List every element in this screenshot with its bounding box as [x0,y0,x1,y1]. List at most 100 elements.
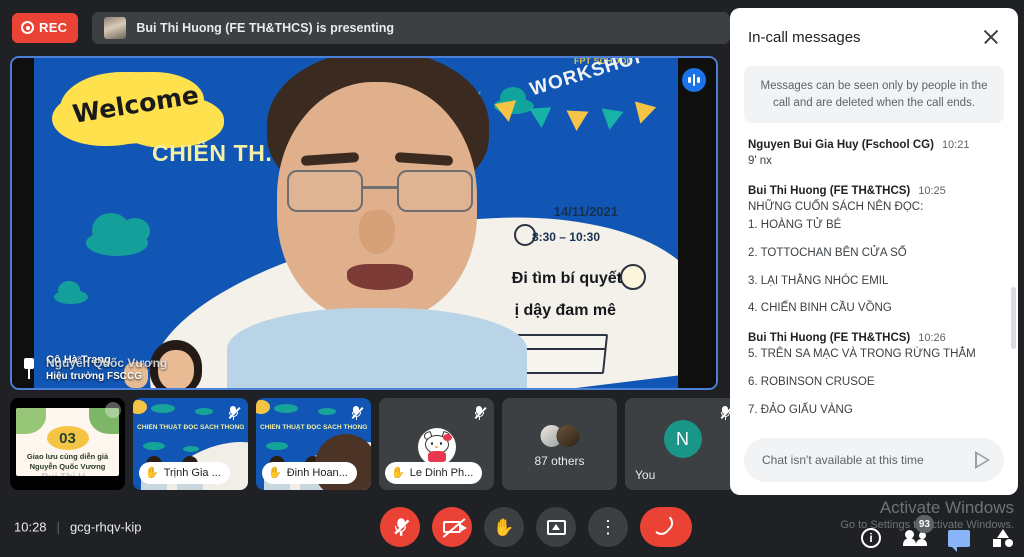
activities-button[interactable] [990,525,1016,551]
top-bar: REC Bui Thi Huong (FE TH&THCS) is presen… [0,0,730,55]
meet-window: REC Bui Thi Huong (FE TH&THCS) is presen… [0,0,1024,557]
participant-count-badge: 93 [914,515,934,533]
thumb-slide-line-1: Giao lưu cùng diễn giả [26,452,109,461]
thumb-name-label: Le Dinh Ph... [409,467,474,479]
lightbulb-icon [620,264,646,290]
chat-panel-header: In-call messages [730,8,1018,66]
presenting-banner[interactable]: Bui Thi Huong (FE TH&THCS) is presenting [92,11,730,44]
message-line: 5. TRÊN SA MẠC VÀ TRONG RỪNG THẲM [748,348,976,361]
chat-button[interactable] [946,525,972,552]
message-author: Bui Thi Huong (FE TH&THCS) [748,332,911,345]
send-icon[interactable] [975,451,990,469]
meta-divider: | [56,519,60,535]
thumbnail-presentation[interactable]: 03 Giao lưu cùng diễn giả Nguyễn Quốc Vư… [10,398,125,490]
pin-icon[interactable] [20,358,38,380]
camera-off-icon [442,518,467,538]
chat-input-field[interactable]: Chat isn't available at this time [744,438,1004,482]
mic-off-icon [470,404,488,422]
chat-scrollbar-thumb[interactable] [1011,287,1016,350]
slide-speaker-name: Nguyễn Quốc Vương [46,355,168,370]
slide-tagline-2: ị dậy đam mê [514,302,616,319]
raised-hand-icon: ✋ [391,466,405,479]
participant-strip: 03 Giao lưu cùng diễn giả Nguyễn Quốc Vư… [10,398,740,490]
message-time: 10:26 [918,332,946,345]
meeting-code-label[interactable]: gcg-rhqv-kip [70,520,142,535]
message-time: 10:21 [941,139,970,152]
cloud-decoration [86,213,150,256]
main-video-tile[interactable]: Welcome FPT SCHOOL WORKSHOP CHIẾN TH...N… [10,56,718,390]
end-call-button[interactable] [640,507,692,547]
message-line: 2. TOTTOCHAN BÊN CỬA SỔ [748,246,907,259]
thumb-name-pill: ✋ Le Dinh Ph... [385,462,483,484]
slide-time-text: 8:30 – 10:30 [531,230,600,244]
self-avatar: N [663,420,702,458]
raise-hand-button[interactable]: ✋ [484,507,524,547]
thumb-name-label: Đinh Hoan... [286,467,348,479]
info-icon: i [861,528,881,548]
close-icon[interactable] [978,24,1004,50]
mic-off-icon [716,404,734,422]
message-line: 1. HOÀNG TỬ BÉ [748,218,842,231]
thumb-slide-line-2: Nguyễn Quốc Vương [29,462,106,471]
chat-message: Bui Thi Huong (FE TH&THCS) 10:26 5. TRÊN… [748,332,1000,419]
slide-date-text: 14/11/2021 [553,204,618,219]
thumbnail-other-participants[interactable]: 87 others [502,398,617,490]
message-line: 6. ROBINSON CRUSOE [748,376,875,389]
book-icon [511,334,609,374]
camera-toggle-button[interactable] [432,507,472,547]
message-time: 10:25 [918,185,946,198]
others-count-label: 87 others [534,454,585,468]
message-line: 7. ĐẢO GIẤU VÀNG [748,403,853,416]
chat-message-list[interactable]: Nguyen Bui Gia Huy (Fschool CG) 10:21 9'… [730,139,1018,425]
thumb-slide-text: CHIẾN THUẬT ĐỌC SÁCH THÔNG TH [137,424,246,431]
chat-privacy-notice: Messages can be seen only by people in t… [744,66,1004,124]
shared-slide: Welcome FPT SCHOOL WORKSHOP CHIẾN TH...N… [34,58,678,388]
meeting-details-button[interactable]: i [858,525,884,551]
show-everyone-button[interactable]: 93 [902,515,934,551]
recording-badge[interactable]: REC [12,12,79,43]
message-line: NHỮNG CUỐN SÁCH NÊN ĐỌC: [748,201,924,214]
present-now-button[interactable] [536,507,576,547]
activities-icon [992,529,1014,547]
thumb-slide-text: CHIẾN THUẬT ĐỌC SÁCH THÔNG TH [260,424,369,431]
others-avatar-stack [539,424,580,448]
slide-title-text: CHIẾN TH...NH THÔNG THÁI [152,140,477,166]
presenting-label: Bui Thi Huong (FE TH&THCS) is presenting [136,20,394,35]
raised-hand-icon: ✋ [493,517,515,537]
avatar [556,424,580,448]
phone-hangup-icon [655,515,677,539]
audio-activity-icon [682,68,706,92]
record-dot-icon [21,21,34,34]
thumb-slide-number: 03 [59,430,76,447]
self-label: You [635,468,656,482]
chat-message: Bui Thi Huong (FE TH&THCS) 10:25 NHỮNG C… [748,185,1000,318]
thumb-watermark-name: Bui Thi H... [16,472,119,476]
meeting-meta: 10:28 | gcg-rhqv-kip [14,520,141,535]
more-vertical-icon: ⋮ [599,517,617,537]
mic-off-icon [224,404,242,422]
thumbnail-participant-trinh-gia[interactable]: CHIẾN THUẬT ĐỌC SÁCH THÔNG TH ✋ Trịnh Gi… [133,398,248,490]
video-name-overlay: Cô Hà Trang Nguyễn Quốc Vương Hiệu trưởn… [20,354,167,382]
mic-off-icon [393,518,409,536]
recording-label: REC [39,20,68,35]
bunting-decoration [458,88,658,150]
meeting-actions: i 93 [858,515,1016,552]
thumbnail-self[interactable]: N You [625,398,740,490]
thumbnail-participant-le-dinh-ph[interactable]: ✋ Le Dinh Ph... [379,398,494,490]
call-controls: ✋ ⋮ [380,507,692,547]
message-author: Bui Thi Huong (FE TH&THCS) [748,185,911,198]
thumb-name-pill: ✋ Trịnh Gia ... [139,462,230,484]
slide-speaker-role: Hiệu trưởng FSCCG [46,370,143,382]
message-line: 4. CHIẾN BINH CẦU VỒNG [748,302,892,315]
microphone-toggle-button[interactable] [380,507,420,547]
mic-off-icon [347,404,365,422]
thumb-mic-badge [105,402,121,418]
presenter-avatar [104,16,127,39]
more-options-button[interactable]: ⋮ [588,507,628,547]
in-call-messages-panel: In-call messages Messages can be seen on… [730,8,1018,495]
chat-input-row: Chat isn't available at this time [730,425,1018,495]
thumbnail-participant-dinh-hoan[interactable]: CHIẾN THUẬT ĐỌC SÁCH THÔNG TH ✋ Đinh Hoa… [256,398,371,490]
video-surface: Welcome FPT SCHOOL WORKSHOP CHIẾN TH...N… [12,58,716,388]
message-line: 3. LẠI THẰNG NHÓC EMIL [748,274,889,287]
chat-message: Nguyen Bui Gia Huy (Fschool CG) 10:21 9'… [748,139,1000,171]
